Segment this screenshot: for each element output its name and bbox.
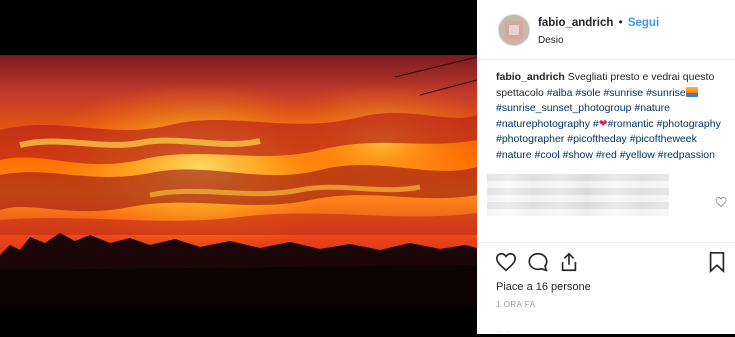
comment-bubble-icon[interactable]	[527, 251, 549, 273]
add-comment-partial: ·· ·	[496, 326, 509, 337]
hashtag-redpassion[interactable]: #redpassion	[658, 149, 715, 161]
hashtag-picoftheweek[interactable]: #picoftheweek	[630, 133, 697, 145]
post-sidebar: fabio_andrich • Segui Desio fabio_andric…	[477, 0, 735, 337]
hashtag-alba[interactable]: #alba	[547, 87, 573, 99]
action-bar: Piace a 16 persone 1 ORA FA ·· ·	[477, 242, 735, 337]
hashtag-show[interactable]: #show	[563, 149, 593, 161]
comment-like-icon[interactable]	[715, 196, 727, 208]
bookmark-icon[interactable]	[706, 251, 728, 273]
hashtag-nature[interactable]: #nature	[634, 102, 670, 114]
hashtag-romantic[interactable]: #romantic	[608, 118, 654, 130]
post-media	[0, 0, 477, 334]
location-link[interactable]: Desio	[538, 35, 564, 46]
post-header: fabio_andrich • Segui Desio	[477, 0, 735, 60]
separator-dot: •	[615, 17, 626, 29]
post-time[interactable]: 1 ORA FA	[496, 300, 536, 309]
caption: fabio_andrich Svegliati presto e vedrai …	[496, 70, 726, 163]
caption-username[interactable]: fabio_andrich	[496, 71, 565, 83]
blurred-comment	[487, 174, 669, 216]
username-link[interactable]: fabio_andrich	[538, 17, 613, 29]
sunset-image	[0, 55, 477, 305]
user-line: fabio_andrich • Segui	[538, 17, 659, 29]
hashtag-sole[interactable]: #sole	[575, 87, 600, 99]
hashtag-photography[interactable]: #photography	[657, 118, 721, 130]
share-icon[interactable]	[558, 251, 580, 273]
avatar-image	[505, 21, 523, 39]
hashtag-red[interactable]: #red	[596, 149, 617, 161]
sunset-photo[interactable]	[0, 55, 477, 305]
follow-button[interactable]: Segui	[628, 17, 659, 29]
hashtag-cool[interactable]: #cool	[535, 149, 560, 161]
hashtag-yellow[interactable]: #yellow	[620, 149, 655, 161]
sunrise-emoji-icon	[685, 86, 698, 97]
heart-outline-icon[interactable]	[495, 251, 517, 273]
likes-count[interactable]: Piace a 16 persone	[496, 281, 591, 293]
hashtag-naturephotography[interactable]: #naturephotography	[496, 118, 590, 130]
hashtag-nature-2[interactable]: #nature	[496, 149, 532, 161]
hashtag-sunrise-2[interactable]: #sunrise	[646, 87, 686, 99]
hashtag-photographer[interactable]: #photographer	[496, 133, 564, 145]
avatar[interactable]	[498, 14, 530, 46]
instagram-post: fabio_andrich • Segui Desio fabio_andric…	[0, 0, 735, 337]
hashtag-picoftheday[interactable]: #picoftheday	[567, 133, 627, 145]
hashtag-sunrise[interactable]: #sunrise	[603, 87, 643, 99]
hashtag-sunrise-sunset-photogroup[interactable]: #sunrise_sunset_photogroup	[496, 102, 631, 114]
red-heart-icon: ❤	[598, 117, 608, 130]
